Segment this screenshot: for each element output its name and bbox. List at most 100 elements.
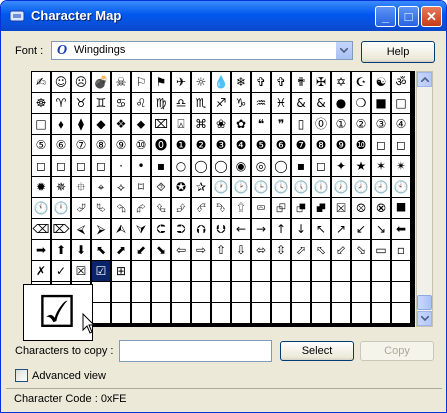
grid-cell[interactable]: ⯀ — [392, 198, 410, 218]
grid-cell[interactable]: ⇩ — [232, 240, 250, 260]
grid-cell[interactable]: ■ — [372, 93, 390, 113]
grid-cell[interactable]: ☒ — [72, 261, 90, 281]
grid-cell[interactable]: ⬅ — [392, 219, 410, 239]
grid-cell[interactable] — [292, 261, 310, 281]
grid-cell[interactable]: ↓ — [292, 219, 310, 239]
grid-cell[interactable]: ⚑ — [152, 72, 170, 92]
grid-cell[interactable]: ✞ — [272, 72, 290, 92]
grid-cell[interactable]: ♍ — [152, 93, 170, 113]
grid-cell[interactable]: & — [292, 93, 310, 113]
grid-cell[interactable]: ⌦ — [52, 219, 70, 239]
grid-cell[interactable]: ♐ — [212, 93, 230, 113]
grid-cell[interactable] — [212, 282, 230, 302]
grid-cell[interactable]: 🕕 — [312, 177, 330, 197]
minimize-button[interactable]: _ — [375, 6, 396, 27]
grid-cell[interactable]: ✓ — [52, 261, 70, 281]
grid-cell[interactable]: ⌖ — [92, 177, 110, 197]
grid-cell[interactable]: • — [132, 156, 150, 176]
grid-cell[interactable]: ⌧ — [152, 114, 170, 134]
grid-cell[interactable] — [152, 282, 170, 302]
grid-cell[interactable]: ❀ — [212, 114, 230, 134]
font-dropdown[interactable]: O Wingdings — [51, 41, 353, 60]
grid-cell[interactable]: ▪ — [292, 156, 310, 176]
grid-scrollbar[interactable] — [416, 71, 433, 327]
grid-cell[interactable]: 🕖 — [332, 177, 350, 197]
grid-cell[interactable]: ⮸ — [232, 198, 250, 218]
grid-cell[interactable]: ⑤ — [32, 135, 50, 155]
grid-cell[interactable]: ◻ — [52, 156, 70, 176]
grid-cell[interactable]: ⑥ — [52, 135, 70, 155]
grid-cell[interactable]: ⮳ — [132, 198, 150, 218]
grid-cell[interactable]: ⟡ — [112, 177, 130, 197]
advanced-view-checkbox[interactable] — [15, 369, 28, 382]
grid-cell[interactable]: ⊞ — [112, 261, 130, 281]
grid-cell[interactable]: ⮵ — [172, 198, 190, 218]
grid-cell[interactable] — [212, 261, 230, 281]
grid-cell[interactable]: ☹ — [72, 72, 90, 92]
grid-cell[interactable] — [132, 303, 150, 323]
grid-cell[interactable]: ◻ — [92, 156, 110, 176]
grid-cell[interactable]: ◎ — [252, 156, 270, 176]
grid-cell[interactable]: ✍ — [32, 72, 50, 92]
grid-cell[interactable]: ⑦ — [72, 135, 90, 155]
grid-cell[interactable]: ♌ — [132, 93, 150, 113]
select-button[interactable]: Select — [280, 341, 354, 361]
characters-to-copy-input[interactable] — [119, 340, 272, 362]
grid-cell[interactable]: ○ — [172, 156, 190, 176]
grid-cell[interactable]: 🕚 — [32, 198, 50, 218]
grid-cell[interactable]: ✦ — [332, 156, 350, 176]
grid-cell[interactable]: ▭ — [372, 240, 390, 260]
grid-cell[interactable]: ✿ — [232, 114, 250, 134]
grid-cell[interactable] — [332, 261, 350, 281]
grid-cell[interactable]: ⬋ — [132, 240, 150, 260]
grid-cell[interactable]: ⮴ — [152, 198, 170, 218]
grid-cell[interactable]: ⇳ — [272, 240, 290, 260]
grid-cell[interactable]: ◆ — [92, 114, 110, 134]
grid-cell[interactable]: ❻ — [272, 135, 290, 155]
grid-cell[interactable]: ⮶ — [192, 198, 210, 218]
grid-cell[interactable]: ↑ — [272, 219, 290, 239]
grid-cell[interactable]: ❷ — [192, 135, 210, 155]
grid-cell[interactable]: ⮱ — [92, 198, 110, 218]
grid-cell[interactable]: ◉ — [232, 156, 250, 176]
grid-cell[interactable]: ⮽ — [332, 198, 350, 218]
grid-cell[interactable]: 🕘 — [372, 177, 390, 197]
grid-cell[interactable]: ♈ — [52, 93, 70, 113]
grid-cell[interactable]: ⚐ — [132, 72, 150, 92]
grid-cell[interactable] — [352, 282, 370, 302]
grid-cell[interactable] — [192, 282, 210, 302]
grid-cell[interactable] — [252, 261, 270, 281]
grid-cell[interactable] — [372, 303, 390, 323]
grid-cell[interactable]: ❶ — [172, 135, 190, 155]
grid-cell[interactable]: ⇧ — [212, 240, 230, 260]
grid-cell[interactable]: ⮹ — [252, 198, 270, 218]
grid-cell[interactable]: ♓ — [272, 93, 290, 113]
grid-cell[interactable]: ➡ — [32, 240, 50, 260]
grid-cell[interactable] — [312, 303, 330, 323]
grid-cell[interactable]: ❾ — [332, 135, 350, 155]
grid-cell[interactable]: ☑ — [92, 261, 110, 281]
grid-cell[interactable]: ⬀ — [292, 240, 310, 260]
grid-cell[interactable] — [192, 261, 210, 281]
grid-cell[interactable]: ← — [232, 219, 250, 239]
grid-cell[interactable]: ◯ — [212, 156, 230, 176]
grid-cell[interactable]: ◯ — [272, 156, 290, 176]
grid-cell[interactable]: ✗ — [32, 261, 50, 281]
grid-cell[interactable]: ⮈ — [152, 219, 170, 239]
grid-cell[interactable]: ✈ — [172, 72, 190, 92]
grid-cell[interactable]: ⬧ — [52, 114, 70, 134]
grid-cell[interactable]: ◻ — [372, 135, 390, 155]
help-button[interactable]: Help — [361, 41, 435, 63]
grid-cell[interactable] — [392, 303, 410, 323]
grid-cell[interactable]: ⬁ — [312, 240, 330, 260]
grid-cell[interactable] — [312, 282, 330, 302]
grid-cell[interactable]: ⬇ — [72, 240, 90, 260]
grid-cell[interactable] — [112, 303, 130, 323]
grid-cell[interactable]: ⌫ — [32, 219, 50, 239]
scroll-down-button[interactable] — [417, 311, 432, 326]
grid-cell[interactable]: ⮻ — [292, 198, 310, 218]
grid-cell[interactable] — [312, 261, 330, 281]
grid-cell[interactable]: ▯ — [292, 114, 310, 134]
grid-cell[interactable]: ✪ — [172, 177, 190, 197]
grid-cell[interactable] — [352, 261, 370, 281]
